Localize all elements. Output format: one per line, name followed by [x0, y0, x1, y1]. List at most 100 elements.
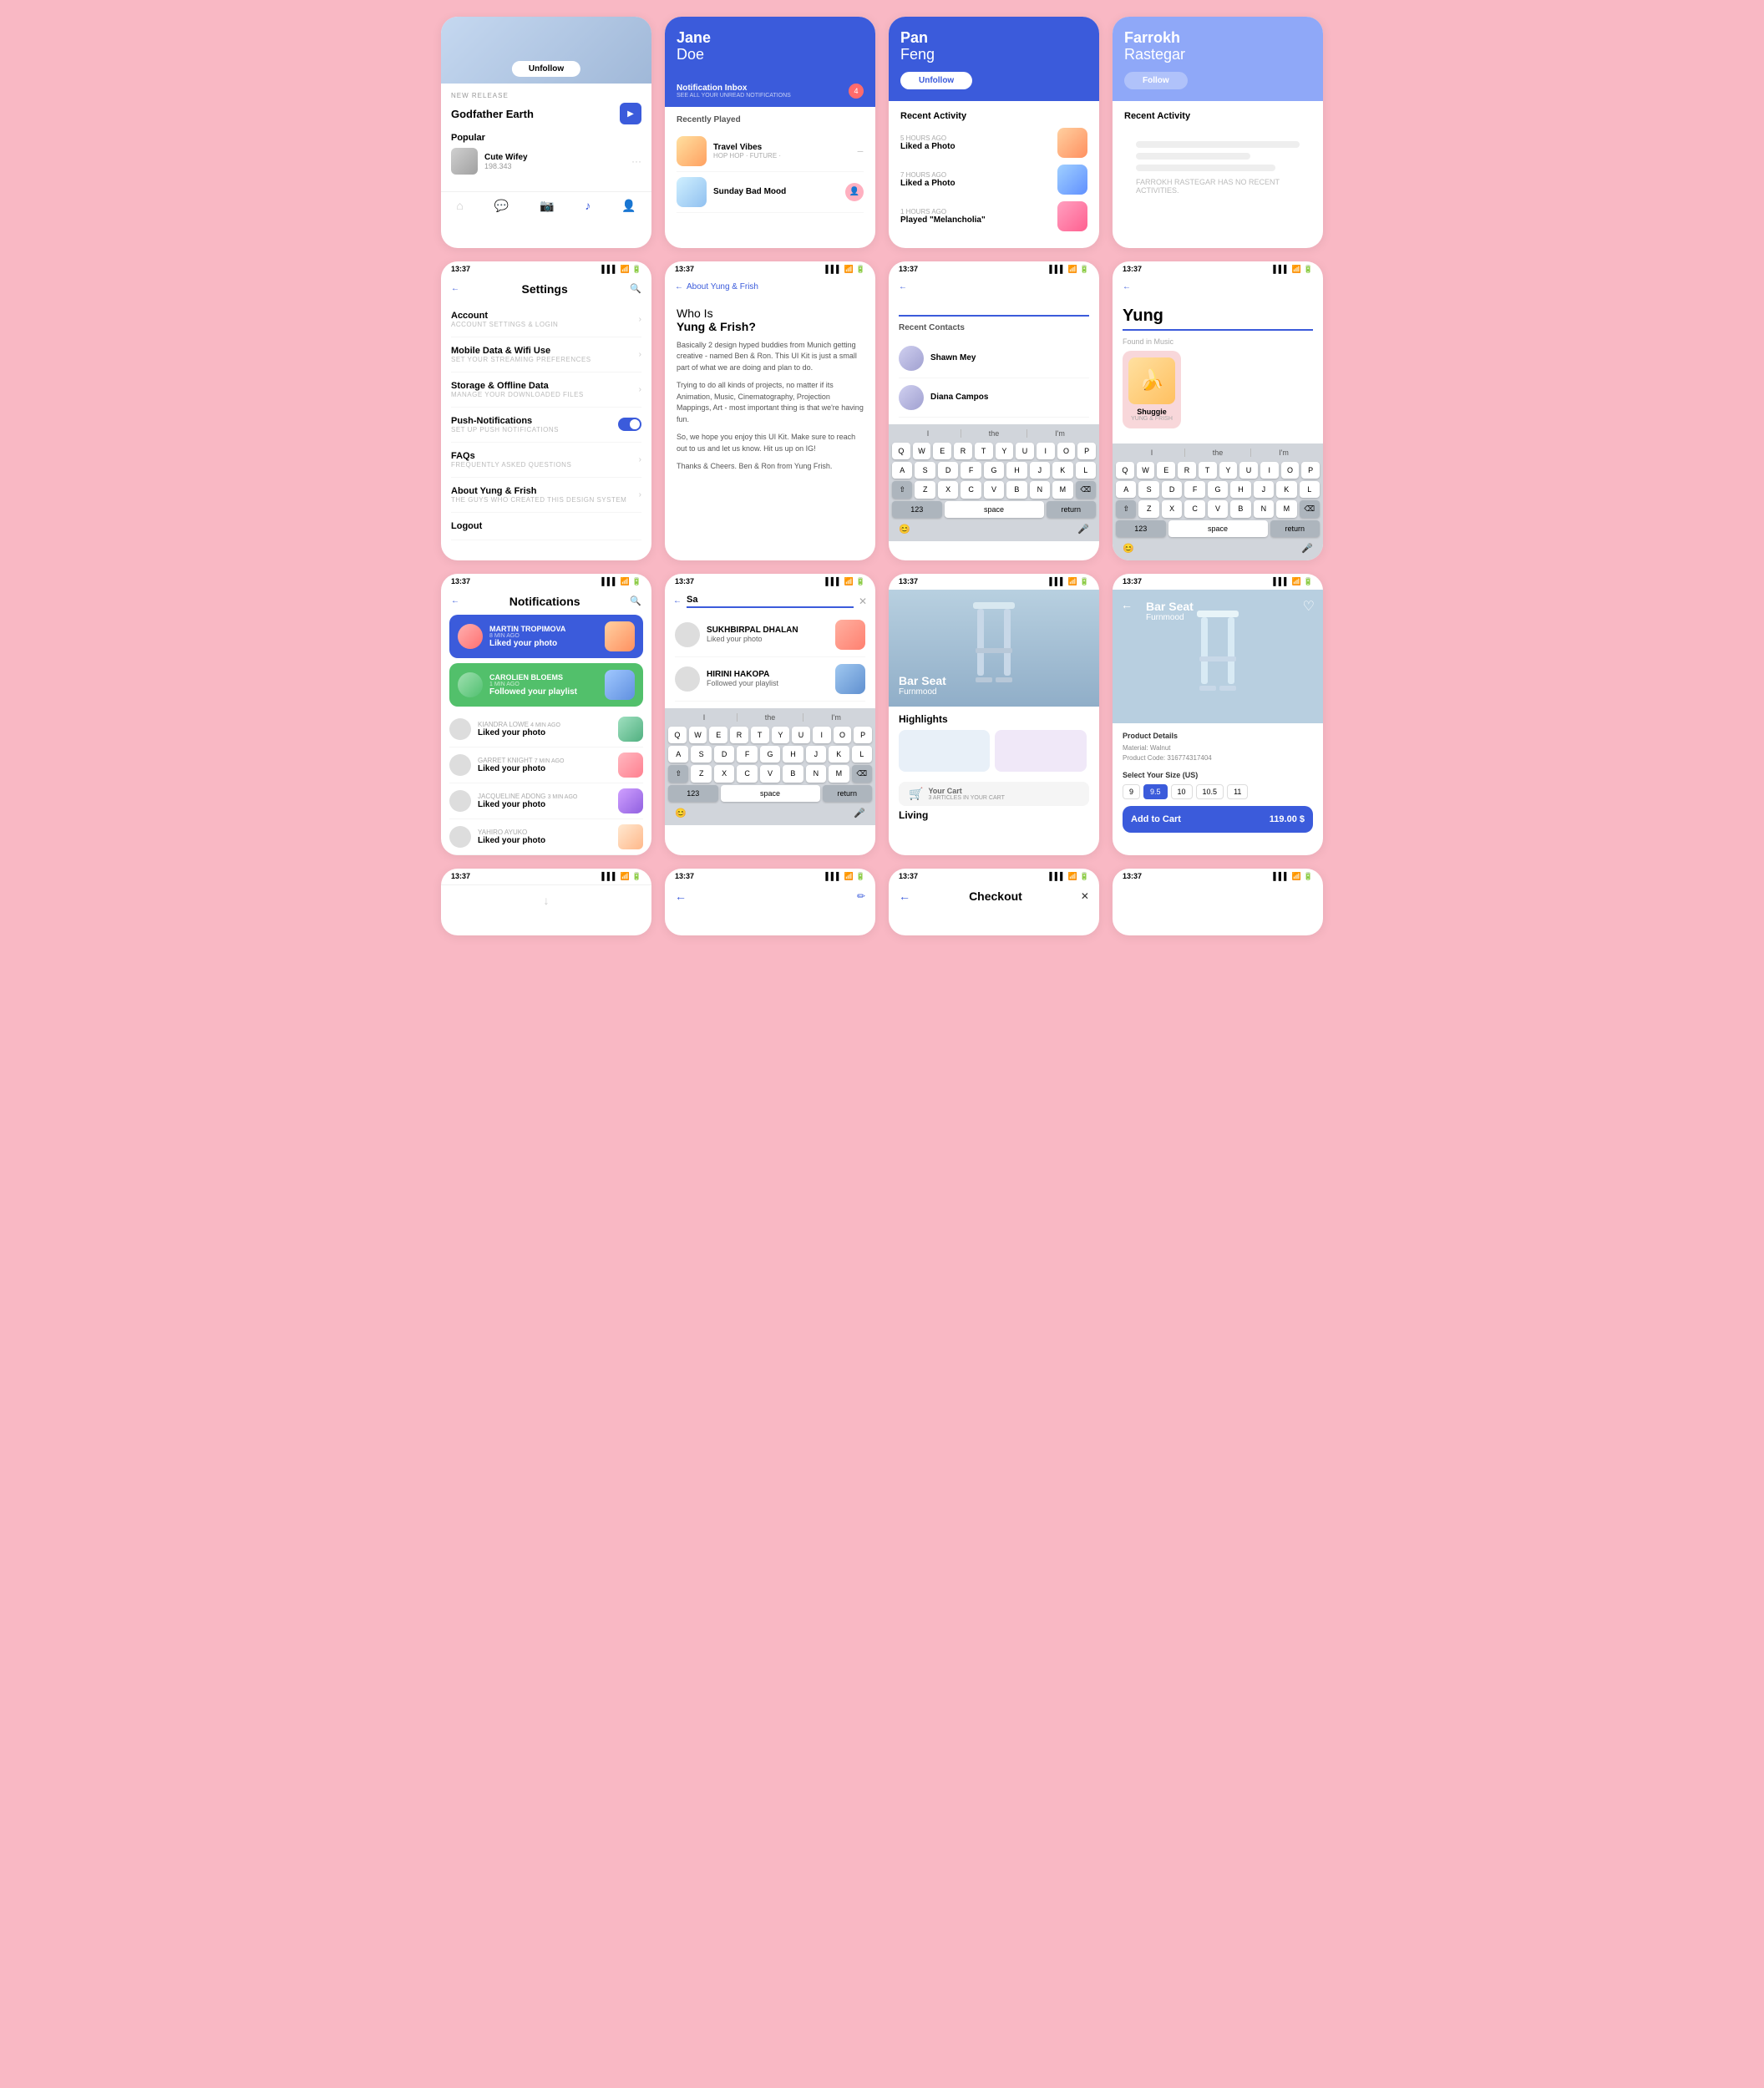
key-V[interactable]: V — [984, 481, 1004, 499]
key-K-y[interactable]: K — [1276, 481, 1296, 498]
row4-back-2[interactable]: ← — [675, 889, 687, 903]
key-J-sa[interactable]: J — [806, 746, 826, 763]
key-T-y[interactable]: T — [1199, 462, 1217, 479]
key-shift[interactable]: ⇧ — [892, 481, 912, 499]
key-E-y[interactable]: E — [1157, 462, 1175, 479]
camera-nav-icon[interactable]: 📷 — [540, 199, 554, 213]
key-back-sa[interactable]: ⌫ — [852, 765, 872, 783]
key-M-sa[interactable]: M — [829, 765, 849, 783]
key-G[interactable]: G — [984, 462, 1004, 479]
key-J-y[interactable]: J — [1254, 481, 1274, 498]
mic-sa[interactable]: 🎤 — [854, 808, 865, 818]
edit-icon[interactable]: ✏ — [857, 890, 865, 902]
key-F[interactable]: F — [961, 462, 981, 479]
key-Q-sa[interactable]: Q — [668, 727, 687, 743]
more-icon[interactable]: ··· — [631, 155, 641, 167]
pan-unfollow-button[interactable]: Unfollow — [900, 72, 972, 89]
key-B[interactable]: B — [1006, 481, 1026, 499]
emoji-icon-y[interactable]: 😊 — [1123, 543, 1134, 554]
key-C[interactable]: C — [961, 481, 981, 499]
key-N[interactable]: N — [1030, 481, 1050, 499]
key-I-y[interactable]: I — [1260, 462, 1279, 479]
key-M-y[interactable]: M — [1276, 500, 1296, 518]
key-D[interactable]: D — [938, 462, 958, 479]
key-E-sa[interactable]: E — [709, 727, 727, 743]
settings-back-btn[interactable]: ← — [451, 284, 459, 293]
cart-bar[interactable]: 🛒 Your Cart 3 ARTICLES IN YOUR CART — [899, 782, 1089, 806]
key-Z-y[interactable]: Z — [1138, 500, 1158, 518]
key-G-y[interactable]: G — [1208, 481, 1228, 498]
notif-item-kiandra[interactable]: KIANDRA LOWE 4 MIN AGO Liked your photo — [449, 712, 643, 748]
key-backspace[interactable]: ⌫ — [1076, 481, 1096, 499]
notif-item-garret[interactable]: GARRET KNIGHT 7 MIN AGO Liked your photo — [449, 748, 643, 783]
key-V-sa[interactable]: V — [760, 765, 780, 783]
notif-back-btn[interactable]: ← — [451, 596, 459, 606]
key-space-y[interactable]: space — [1168, 520, 1268, 537]
key-V-y[interactable]: V — [1208, 500, 1228, 518]
key-M[interactable]: M — [1052, 481, 1072, 499]
row4-back-3[interactable]: ← — [899, 889, 910, 903]
key-O-sa[interactable]: O — [834, 727, 852, 743]
settings-logout[interactable]: Logout — [451, 513, 641, 540]
key-W-sa[interactable]: W — [689, 727, 707, 743]
key-R[interactable]: R — [954, 443, 972, 459]
settings-faqs[interactable]: FAQs FREQUENTLY ASKED QUESTIONS › — [451, 443, 641, 478]
key-P[interactable]: P — [1077, 443, 1096, 459]
key-Y[interactable]: Y — [996, 443, 1014, 459]
search-sa-clear[interactable]: ✕ — [859, 595, 867, 607]
key-I[interactable]: I — [1037, 443, 1055, 459]
settings-storage[interactable]: Storage & Offline Data MANAGE YOUR DOWNL… — [451, 372, 641, 408]
track-action-travel[interactable]: − — [857, 144, 864, 158]
add-to-cart-button[interactable]: Add to Cart 119.00 $ — [1123, 806, 1313, 833]
emoji-icon[interactable]: 😊 — [899, 524, 910, 535]
key-I-sa[interactable]: I — [813, 727, 831, 743]
key-X[interactable]: X — [938, 481, 958, 499]
key-L-y[interactable]: L — [1300, 481, 1320, 498]
key-F-y[interactable]: F — [1184, 481, 1204, 498]
size-btn-10-5[interactable]: 10.5 — [1196, 784, 1224, 799]
key-D-sa[interactable]: D — [714, 746, 734, 763]
key-T[interactable]: T — [975, 443, 993, 459]
key-P-sa[interactable]: P — [854, 727, 872, 743]
key-E[interactable]: E — [933, 443, 951, 459]
key-Y-y[interactable]: Y — [1219, 462, 1238, 479]
mic-icon[interactable]: 🎤 — [1077, 524, 1089, 535]
search-icon-notif[interactable]: 🔍 — [630, 595, 641, 606]
settings-push-notif[interactable]: Push-Notifications SET UP PUSH NOTIFICAT… — [451, 408, 641, 443]
key-S-y[interactable]: S — [1138, 481, 1158, 498]
key-R-sa[interactable]: R — [730, 727, 748, 743]
farrokh-follow-button[interactable]: Follow — [1124, 72, 1188, 89]
search-sa-back[interactable]: ← — [673, 596, 682, 606]
key-Z[interactable]: Z — [915, 481, 935, 499]
key-O[interactable]: O — [1057, 443, 1076, 459]
about-back-btn[interactable]: ← About Yung & Frish — [675, 282, 758, 291]
key-N-sa[interactable]: N — [806, 765, 826, 783]
key-L-sa[interactable]: L — [852, 746, 872, 763]
key-Z-sa[interactable]: Z — [691, 765, 711, 783]
music-nav-icon[interactable]: ♪ — [585, 199, 591, 213]
key-X-y[interactable]: X — [1162, 500, 1182, 518]
search-back-btn[interactable]: ← — [899, 282, 907, 291]
push-notif-toggle[interactable] — [618, 418, 641, 431]
key-Q-y[interactable]: Q — [1116, 462, 1134, 479]
search-result-sukhbirpal[interactable]: SUKHBIRPAL DHALAN Liked your photo — [675, 613, 865, 657]
key-K[interactable]: K — [1052, 462, 1072, 479]
notif-item-carolien[interactable]: CAROLIEN BLOEMS 1 MIN AGO Followed your … — [449, 663, 643, 707]
key-U[interactable]: U — [1016, 443, 1034, 459]
key-return[interactable]: return — [1047, 501, 1097, 518]
search-icon-settings[interactable]: 🔍 — [630, 283, 641, 294]
key-X-sa[interactable]: X — [714, 765, 734, 783]
chat-nav-icon[interactable]: 💬 — [494, 199, 509, 213]
key-C-y[interactable]: C — [1184, 500, 1204, 518]
size-btn-10[interactable]: 10 — [1171, 784, 1193, 799]
key-K-sa[interactable]: K — [829, 746, 849, 763]
key-U-sa[interactable]: U — [792, 727, 810, 743]
key-D-y[interactable]: D — [1162, 481, 1182, 498]
emoji-sa[interactable]: 😊 — [675, 808, 687, 818]
key-shift-sa[interactable]: ⇧ — [668, 765, 688, 783]
notif-item-martin[interactable]: MARTIN TROPIMOVA 8 MIN AGO Liked your ph… — [449, 615, 643, 658]
settings-account[interactable]: Account ACCOUNT SETTINGS & LOGIN › — [451, 302, 641, 337]
key-R-y[interactable]: R — [1178, 462, 1196, 479]
search-result-hirini[interactable]: HIRINI HAKOPA Followed your playlist — [675, 657, 865, 702]
key-space[interactable]: space — [945, 501, 1044, 518]
